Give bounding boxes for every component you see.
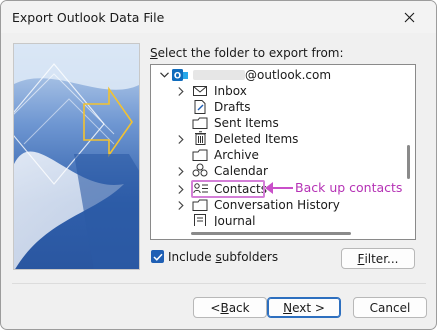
tree-item-label: Drafts bbox=[214, 100, 251, 114]
tree-item-label: Sent Items bbox=[214, 116, 279, 130]
tree-item-label: Archive bbox=[214, 148, 259, 162]
account-name-redacted bbox=[193, 70, 245, 80]
tree-row-inbox[interactable]: Inbox bbox=[151, 83, 401, 99]
checkbox-label-text: Include bbox=[168, 250, 216, 264]
next-label: ext > bbox=[292, 300, 325, 315]
back-label-pre: < bbox=[210, 300, 221, 315]
archive-icon bbox=[192, 148, 208, 162]
horizontal-scrollbar-thumb[interactable] bbox=[191, 232, 351, 235]
checkmark-icon bbox=[152, 253, 163, 261]
annotation-arrow-icon bbox=[265, 182, 293, 194]
inbox-icon bbox=[192, 84, 208, 98]
vertical-scrollbar[interactable] bbox=[402, 65, 415, 225]
tree-row-sent-items[interactable]: Sent Items bbox=[151, 115, 401, 131]
include-subfolders-label[interactable]: Include subfolders bbox=[168, 250, 278, 264]
separator bbox=[12, 283, 426, 284]
sent-items-icon bbox=[192, 116, 208, 130]
filter-button[interactable]: Filter... bbox=[341, 248, 415, 269]
back-accesskey: B bbox=[220, 300, 229, 315]
cancel-button[interactable]: Cancel bbox=[353, 297, 427, 318]
trash-icon bbox=[192, 131, 208, 145]
tree-row-archive[interactable]: Archive bbox=[151, 147, 401, 163]
tree-row-account[interactable]: O @outlook.com bbox=[151, 67, 401, 83]
horizontal-scrollbar[interactable] bbox=[151, 226, 401, 239]
title-bar: Export Outlook Data File bbox=[1, 1, 436, 33]
folder-prompt: Select the folder to export from: bbox=[150, 46, 344, 60]
close-button[interactable] bbox=[385, 2, 433, 32]
chevron-right-icon[interactable] bbox=[176, 165, 186, 177]
contacts-highlight-box bbox=[191, 180, 265, 198]
calendar-icon bbox=[192, 163, 208, 177]
include-subfolders-checkbox[interactable] bbox=[151, 250, 164, 263]
svg-text:O: O bbox=[174, 72, 181, 82]
chevron-right-icon[interactable] bbox=[176, 133, 186, 145]
checkbox-label-text-end: ubfolders bbox=[221, 250, 279, 264]
tree-item-label: Calendar bbox=[214, 164, 268, 178]
prompt-accesskey: S bbox=[150, 46, 158, 60]
export-dialog: Export Outlook Data File Select the fold… bbox=[0, 0, 437, 330]
tree-row-conversation-history[interactable]: Conversation History bbox=[151, 197, 401, 213]
filter-accesskey: F bbox=[357, 251, 365, 266]
tree-item-label: Inbox bbox=[214, 84, 247, 98]
tree-item-label: Conversation History bbox=[214, 198, 340, 212]
drafts-icon bbox=[192, 100, 208, 114]
outlook-icon: O bbox=[172, 68, 188, 82]
chevron-right-icon[interactable] bbox=[176, 199, 186, 211]
prompt-text: elect the folder to export from: bbox=[157, 46, 344, 60]
tree-row-drafts[interactable]: Drafts bbox=[151, 99, 401, 115]
vertical-scrollbar-thumb[interactable] bbox=[407, 145, 410, 179]
folder-tree[interactable]: O @outlook.com Inbox Drafts Sent Items D… bbox=[150, 64, 416, 240]
chevron-right-icon[interactable] bbox=[176, 85, 186, 97]
back-button[interactable]: < Back bbox=[193, 297, 267, 318]
annotation-text: Back up contacts bbox=[295, 180, 403, 195]
filter-label: ilter... bbox=[364, 251, 399, 266]
close-icon bbox=[404, 12, 414, 22]
next-accesskey: N bbox=[283, 300, 293, 315]
wizard-artwork bbox=[13, 43, 140, 270]
folder-icon bbox=[192, 198, 208, 212]
tree-row-calendar[interactable]: Calendar bbox=[151, 163, 401, 179]
window-title: Export Outlook Data File bbox=[12, 10, 165, 25]
chevron-down-icon[interactable] bbox=[159, 69, 169, 81]
tree-row-deleted-items[interactable]: Deleted Items bbox=[151, 131, 401, 147]
next-button[interactable]: Next > bbox=[267, 297, 341, 318]
chevron-right-icon[interactable] bbox=[176, 183, 186, 195]
tree-item-label: Deleted Items bbox=[214, 132, 299, 146]
wizard-artwork-graphic bbox=[14, 44, 139, 269]
account-label: @outlook.com bbox=[245, 68, 332, 82]
back-label: ack bbox=[228, 300, 250, 315]
